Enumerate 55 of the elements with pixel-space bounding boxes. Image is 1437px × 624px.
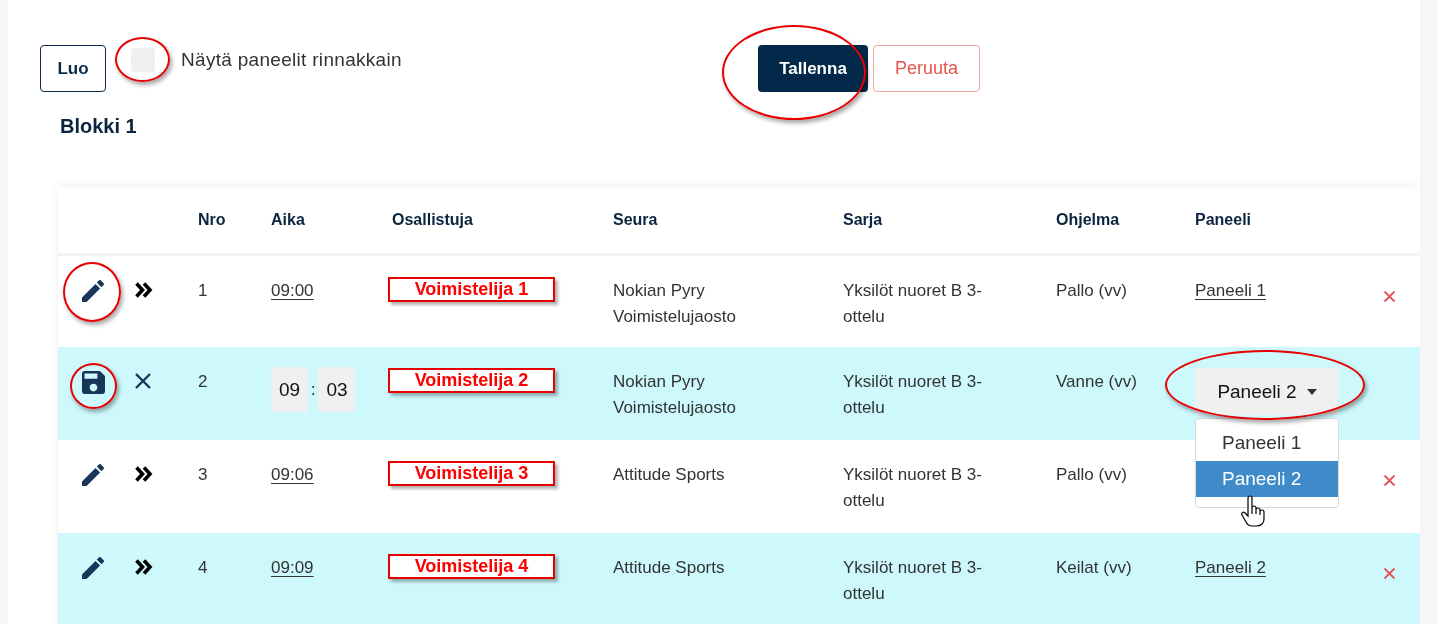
edit-icon[interactable] [82,464,104,486]
column-header: Aika [263,187,384,254]
column-header: Osallistuja [384,187,605,254]
club-name: Nokian Pyry Voimistelujaosto [613,371,737,419]
close-icon[interactable] [134,372,152,390]
club-name: Attitude Sports [613,557,726,579]
block-title: Blokki 1 [60,114,138,138]
program-name: Keilat (vv) [1056,557,1133,579]
panel-link[interactable]: Paneeli 1 [1195,280,1266,300]
row-number: 4 [198,558,208,577]
time-link[interactable]: 09:00 [271,280,314,300]
column-header: Nro [190,187,263,254]
column-header: Seura [605,187,835,254]
dropdown-option[interactable]: Paneeli 1 [1196,425,1338,461]
caret-icon [1306,388,1317,395]
delete-icon[interactable] [1383,567,1396,580]
club-name: Attitude Sports [613,464,726,486]
time-link[interactable]: 09:09 [271,558,314,577]
edit-icon[interactable] [82,557,104,579]
row-number: 3 [198,465,208,484]
participant-name-label: Voimistelija 3 [388,461,555,486]
minute-field[interactable]: 03 [318,367,356,412]
double-chevron-icon[interactable] [134,465,153,483]
program-name: Pallo (vv) [1056,279,1128,302]
participant-name-label: Voimistelija 1 [388,276,555,302]
column-header: Paneeli [1187,187,1370,254]
series-name: Yksilöt nuoret B 3-ottelu [843,557,983,605]
series-name: Yksilöt nuoret B 3-ottelu [843,279,983,328]
column-header: Sarja [835,187,1048,254]
program-name: Vanne (vv) [1056,371,1138,393]
series-name: Yksilöt nuoret B 3-ottelu [843,464,983,512]
row-number: 2 [198,372,208,391]
delete-icon[interactable] [1383,474,1396,487]
cancel-button[interactable]: Peruuta [873,45,980,92]
create-button[interactable]: Luo [40,45,106,92]
column-header: Ohjelma [1048,187,1187,254]
participant-name-label: Voimistelija 2 [388,368,555,393]
time-separator: : [311,379,316,400]
double-chevron-icon[interactable] [134,280,153,299]
edit-icon[interactable] [82,279,104,302]
panel-dropdown[interactable]: Paneeli 2 [1195,368,1339,415]
program-name: Pallo (vv) [1056,464,1128,486]
save-icon[interactable] [82,371,105,394]
save-button[interactable]: Tallenna [758,45,868,92]
dropdown-option[interactable]: Paneeli 2 [1196,461,1338,497]
double-chevron-icon[interactable] [134,558,153,576]
participant-name-label: Voimistelija 4 [388,554,555,579]
time-link[interactable]: 09:06 [271,465,314,484]
delete-icon[interactable] [1383,289,1396,303]
panel-link[interactable]: Paneeli 2 [1195,558,1266,577]
row-number: 1 [198,280,208,300]
club-name: Nokian Pyry Voimistelujaosto [613,279,737,328]
series-name: Yksilöt nuoret B 3-ottelu [843,371,983,419]
hour-field[interactable]: 09 [271,367,308,412]
checkbox-label: Näytä paneelit rinnakkain [181,48,402,72]
